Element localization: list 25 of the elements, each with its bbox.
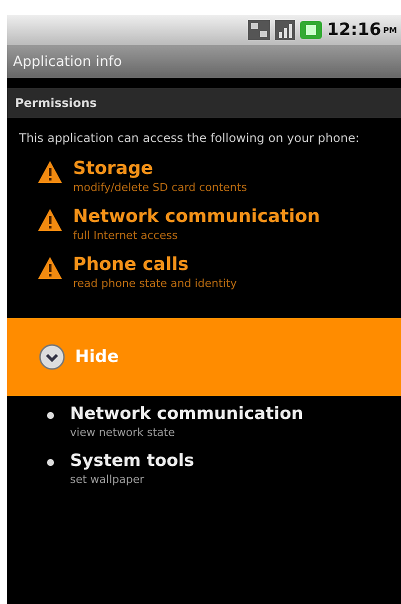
permission-name: System tools	[70, 451, 194, 471]
permission-description: full Internet access	[73, 229, 179, 242]
chevron-down-icon	[39, 344, 65, 370]
battery-icon	[300, 21, 322, 39]
permission-name: Network communication	[70, 404, 304, 424]
permission-name: Storage	[73, 158, 154, 179]
permission-name: Phone calls	[73, 254, 190, 275]
intro-text: This application can access the following on your phone:	[18, 130, 360, 147]
permission-description: read phone state and identity	[73, 277, 237, 290]
warning-icon	[37, 256, 63, 280]
hide-button[interactable]: Hide	[7, 318, 401, 396]
bullet-icon	[47, 459, 54, 466]
permission-description: modify/delete SD card contents	[73, 181, 247, 194]
status-ampm: PM	[383, 26, 397, 34]
warning-icon	[37, 208, 63, 232]
bullet-icon	[47, 412, 54, 419]
warning-icon	[37, 160, 63, 184]
permission-name: Network communication	[73, 206, 320, 227]
permission-description: view network state	[70, 426, 176, 439]
section-header: Permissions	[7, 88, 401, 118]
window-title: Application info	[7, 45, 401, 78]
signal-icon	[275, 20, 296, 40]
permission-description: set wallpaper	[70, 473, 146, 486]
data-icon	[248, 20, 270, 40]
status-time: 12:16	[327, 20, 382, 40]
